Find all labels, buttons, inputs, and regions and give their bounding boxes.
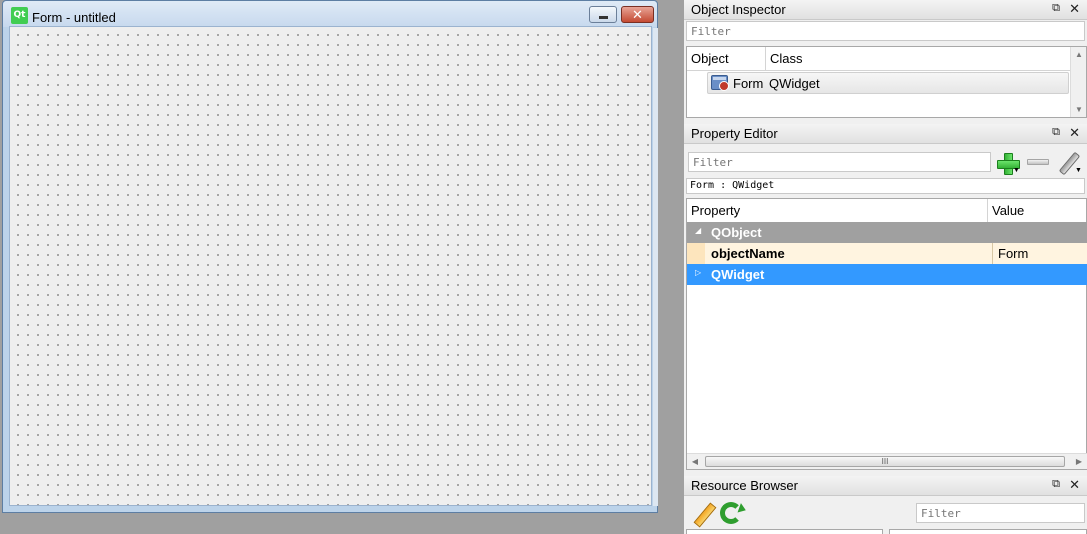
remove-dynamic-property-icon[interactable] <box>1027 159 1049 165</box>
form-canvas-grid[interactable] <box>9 26 652 506</box>
object-inspector-titlebar[interactable]: Object Inspector ⧉ ✕ <box>684 0 1087 20</box>
mdi-area: Qt Form - untitled ✕ <box>0 0 684 534</box>
form-window-border <box>653 28 658 506</box>
class-path-label: Form : QWidget <box>686 178 1085 194</box>
property-row-objectname[interactable]: objectName Form <box>687 243 1087 264</box>
property-row-gutter <box>687 243 705 264</box>
column-header-property[interactable]: Property <box>687 199 987 223</box>
minimize-button[interactable] <box>589 6 617 23</box>
column-header-value[interactable]: Value <box>987 199 1086 223</box>
category-row-qobject[interactable]: ◢ QObject <box>687 222 1087 243</box>
object-class-cell: QWidget <box>769 76 820 91</box>
object-inspector-title: Object Inspector <box>691 2 786 17</box>
property-table-hscrollbar[interactable]: ◀ III ▶ <box>687 453 1087 469</box>
property-editor-titlebar[interactable]: Property Editor ⧉ ✕ <box>684 124 1087 144</box>
chevron-down-icon[interactable]: ▼ <box>1013 167 1020 174</box>
close-icon[interactable]: ✕ <box>1069 1 1080 17</box>
close-icon[interactable]: ✕ <box>1069 477 1080 493</box>
object-inspector-filter-input[interactable] <box>686 21 1085 41</box>
float-icon[interactable]: ⧉ <box>1052 126 1060 139</box>
reload-icon[interactable] <box>720 502 742 524</box>
scroll-thumb[interactable]: III <box>705 456 1065 467</box>
chevron-down-icon[interactable]: ▼ <box>1075 167 1082 174</box>
property-value-field[interactable]: Form <box>992 243 1087 264</box>
scroll-left-arrow-icon[interactable]: ◀ <box>687 457 703 466</box>
dock-area: Object Inspector ⧉ ✕ Object Class Form Q… <box>684 0 1087 534</box>
close-icon[interactable]: ✕ <box>1069 125 1080 141</box>
object-name-cell: Form <box>733 76 764 91</box>
category-label: QWidget <box>711 267 765 282</box>
scroll-up-arrow-icon[interactable]: ▲ <box>1071 50 1087 59</box>
column-header-class[interactable]: Class <box>765 47 1070 71</box>
resource-tree[interactable] <box>686 529 883 534</box>
object-tree-scrollbar[interactable]: ▲ ▼ <box>1070 47 1086 117</box>
object-tree-row[interactable]: Form QWidget <box>707 72 1069 94</box>
close-window-button[interactable]: ✕ <box>621 6 654 23</box>
property-editor-title: Property Editor <box>691 126 778 141</box>
float-icon[interactable]: ⧉ <box>1052 2 1060 15</box>
property-name: objectName <box>711 246 785 261</box>
property-filter-input[interactable] <box>688 152 991 172</box>
scroll-down-arrow-icon[interactable]: ▼ <box>1071 105 1087 114</box>
resource-browser-title: Resource Browser <box>691 478 798 493</box>
expanded-triangle-icon[interactable]: ◢ <box>695 226 701 235</box>
column-header-object[interactable]: Object <box>687 47 765 71</box>
property-table[interactable]: Property Value ◢ QObject objectName Form… <box>686 198 1087 470</box>
edit-resources-pencil-icon[interactable] <box>692 502 716 526</box>
category-label: QObject <box>711 225 762 240</box>
resource-browser-titlebar[interactable]: Resource Browser ⧉ ✕ <box>684 476 1087 496</box>
collapsed-triangle-icon[interactable]: ▷ <box>695 268 701 277</box>
qt-logo-icon: Qt <box>11 7 28 24</box>
form-window[interactable]: Qt Form - untitled ✕ <box>2 0 658 513</box>
form-widget-icon <box>711 75 729 91</box>
resource-filter-input[interactable] <box>916 503 1085 523</box>
scroll-right-arrow-icon[interactable]: ▶ <box>1071 457 1087 466</box>
float-icon[interactable]: ⧉ <box>1052 478 1060 491</box>
resource-list[interactable] <box>889 529 1087 534</box>
form-title-bar[interactable]: Qt Form - untitled ✕ <box>3 1 657 27</box>
category-row-qwidget[interactable]: ▷ QWidget <box>687 264 1087 285</box>
object-tree[interactable]: Object Class Form QWidget ▲ ▼ <box>686 46 1087 118</box>
form-window-title: Form - untitled <box>32 10 116 25</box>
